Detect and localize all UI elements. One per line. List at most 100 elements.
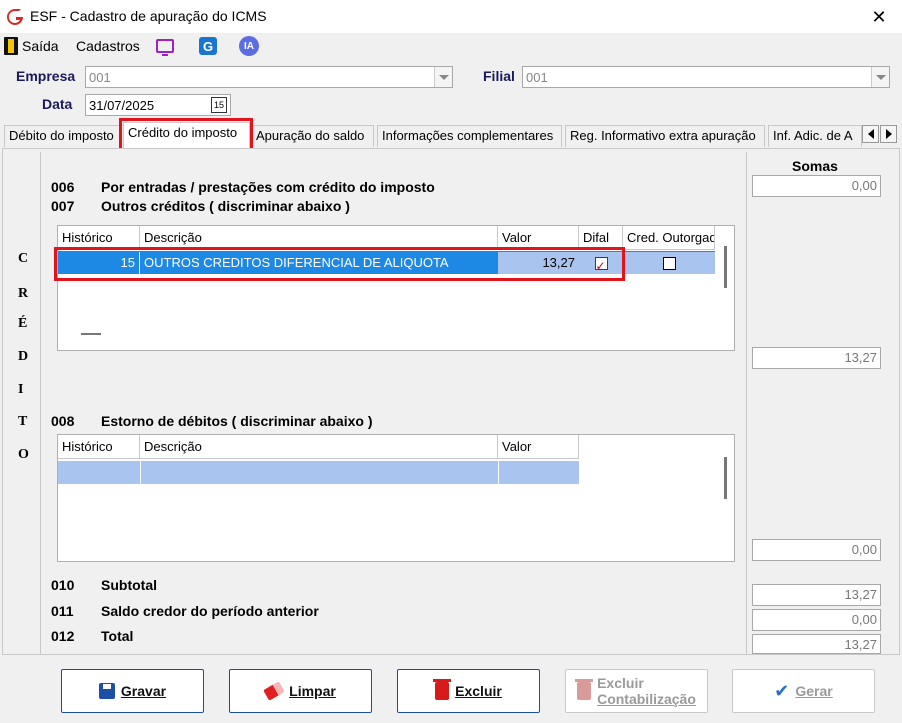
estorno-debitos-grid[interactable]: Histórico Descrição Valor — [57, 434, 735, 562]
column-header-historico[interactable]: Histórico — [58, 435, 140, 459]
chevron-down-icon[interactable] — [871, 67, 889, 87]
tab-strip: Débito do imposto Crédito do imposto Apu… — [0, 122, 902, 148]
eraser-icon — [263, 681, 285, 701]
date-field[interactable]: 31/07/2025 15 — [85, 94, 231, 116]
sums-divider — [746, 152, 747, 654]
window-title: ESF - Cadastro de apuração do ICMS — [30, 8, 267, 24]
row-cell-divider — [498, 461, 499, 484]
delete-accounting-label: Excluir Contabilização — [597, 675, 696, 707]
difal-checkbox[interactable] — [594, 255, 608, 277]
side-title-letter: T — [18, 414, 28, 429]
ia-icon: IA — [239, 36, 259, 56]
close-button[interactable]: ✕ — [866, 4, 892, 30]
cell-historico[interactable]: 15 — [58, 252, 140, 274]
date-value: 31/07/2025 — [89, 98, 155, 113]
empresa-select[interactable]: 001 — [85, 66, 453, 88]
filial-label: Filial — [483, 68, 515, 84]
line-007-desc: Outros créditos ( discriminar abaixo ) — [101, 198, 350, 214]
ia-button[interactable]: IA — [239, 36, 259, 56]
column-header-valor[interactable]: Valor — [498, 226, 579, 250]
cred-outorgado-checkbox[interactable] — [662, 256, 676, 270]
generate-button[interactable]: ✔ Gerar — [732, 669, 875, 713]
delete-accounting-label-line1: Excluir — [597, 675, 644, 691]
calendar-icon[interactable]: 15 — [211, 97, 227, 113]
filial-value: 001 — [526, 70, 548, 85]
line-011-desc: Saldo credor do período anterior — [101, 603, 319, 619]
tab-scroll-left-button[interactable] — [862, 125, 879, 143]
clear-label: Limpar — [289, 683, 336, 699]
horizontal-scrollbar[interactable] — [81, 333, 101, 335]
g-app-icon: G — [199, 37, 217, 55]
toolbar: Saída Cadastros G IA — [0, 33, 902, 59]
exit-label: Saída — [22, 38, 59, 54]
cell-difal[interactable] — [579, 252, 623, 277]
outros-creditos-grid[interactable]: Histórico Descrição Valor Difal Cred. Ou… — [57, 225, 735, 351]
line-012-code: 012 — [51, 628, 75, 644]
trash-icon — [433, 679, 452, 700]
column-header-cred-outorgado[interactable]: Cred. Outorgad — [623, 226, 715, 250]
delete-label: Excluir — [455, 683, 502, 699]
line-010-sum: 13,27 — [752, 584, 881, 606]
exit-button[interactable]: Saída — [4, 36, 59, 56]
column-header-difal[interactable]: Difal — [579, 226, 623, 250]
monitor-icon — [156, 39, 174, 56]
save-button[interactable]: Gravar — [61, 669, 204, 713]
arrow-right-icon — [885, 129, 892, 139]
line-008-code: 008 — [51, 413, 75, 429]
empresa-label: Empresa — [16, 68, 76, 84]
tab-apuracao-saldo[interactable]: Apuração do saldo — [251, 125, 374, 147]
app-logo-icon — [7, 9, 23, 25]
side-title-letter: I — [18, 382, 24, 397]
tab-scroll-right-button[interactable] — [880, 125, 897, 143]
exit-door-icon — [4, 37, 18, 55]
line-011-code: 011 — [51, 603, 74, 619]
line-012-desc: Total — [101, 628, 134, 644]
tab-informacoes-complementares[interactable]: Informações complementares — [377, 125, 562, 147]
cell-cred-outorgado[interactable] — [623, 252, 715, 274]
tab-credito-imposto[interactable]: Crédito do imposto — [123, 122, 250, 148]
line-008-sum: 0,00 — [752, 539, 881, 561]
side-title-letter: C — [18, 251, 29, 266]
chevron-down-icon[interactable] — [434, 67, 452, 87]
line-006-desc: Por entradas / prestações com crédito do… — [101, 179, 435, 195]
tab-reg-informativo[interactable]: Reg. Informativo extra apuração — [565, 125, 765, 147]
vertical-scrollbar[interactable] — [724, 457, 727, 499]
line-007-code: 007 — [51, 198, 75, 214]
row-cell-divider — [140, 461, 141, 484]
generate-label: Gerar — [795, 683, 833, 699]
line-008-desc: Estorno de débitos ( discriminar abaixo … — [101, 413, 373, 429]
tab-inf-adic[interactable]: Inf. Adic. de A — [768, 125, 862, 147]
column-header-descricao[interactable]: Descrição — [140, 435, 498, 459]
line-006-code: 006 — [51, 179, 75, 195]
side-title-letter: R — [18, 286, 29, 301]
trash-icon — [575, 679, 594, 700]
column-header-historico[interactable]: Histórico — [58, 226, 140, 250]
vertical-scrollbar[interactable] — [724, 246, 727, 288]
empresa-value: 001 — [89, 70, 111, 85]
g-app-button[interactable]: G — [199, 36, 217, 56]
clear-button[interactable]: Limpar — [229, 669, 372, 713]
line-007-sum: 13,27 — [752, 347, 881, 369]
filial-select[interactable]: 001 — [522, 66, 890, 88]
side-title-letter: É — [18, 316, 28, 331]
column-header-descricao[interactable]: Descrição — [140, 226, 498, 250]
column-header-valor[interactable]: Valor — [498, 435, 579, 459]
sums-header: Somas — [792, 158, 838, 174]
cell-descricao[interactable]: OUTROS CREDITOS DIFERENCIAL DE ALIQUOTA — [140, 252, 498, 274]
registers-menu[interactable]: Cadastros — [76, 36, 140, 56]
title-bar: ESF - Cadastro de apuração do ICMS ✕ — [0, 0, 902, 33]
tab-debito-imposto[interactable]: Débito do imposto — [4, 125, 122, 147]
side-title-letter: O — [18, 447, 29, 462]
delete-accounting-button[interactable]: Excluir Contabilização — [565, 669, 708, 713]
side-divider — [40, 152, 41, 654]
table-row[interactable] — [58, 461, 579, 484]
line-006-sum: 0,00 — [752, 175, 881, 197]
monitor-button[interactable] — [156, 36, 174, 56]
floppy-disk-icon — [98, 683, 115, 699]
arrow-left-icon — [867, 129, 874, 139]
registers-label: Cadastros — [76, 38, 140, 54]
cell-valor[interactable]: 13,27 — [498, 252, 579, 274]
delete-button[interactable]: Excluir — [397, 669, 540, 713]
delete-accounting-label-line2: Contabilização — [597, 691, 696, 707]
checkmark-icon: ✔ — [774, 680, 790, 701]
